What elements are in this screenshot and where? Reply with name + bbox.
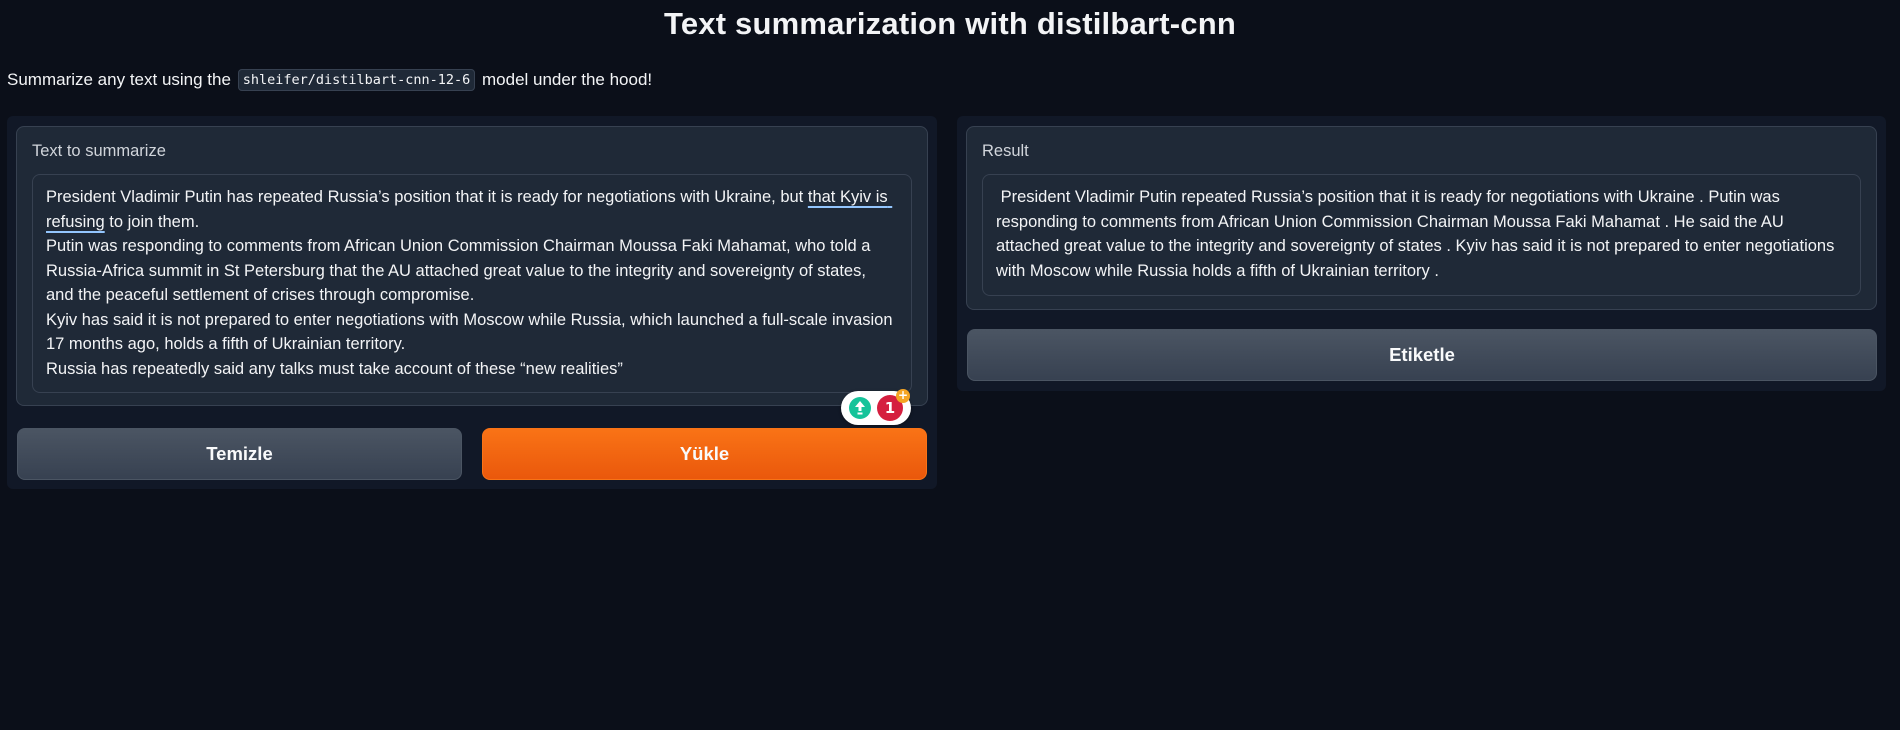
app-page: Text summarization with distilbart-cnn S… [0, 0, 1900, 730]
grammarly-widget[interactable]: 1 + [841, 389, 911, 425]
page-description: Summarize any text using the shleifer/di… [7, 69, 653, 91]
model-name-code: shleifer/distilbart-cnn-12-6 [237, 69, 476, 91]
input-text-segment: to join them. [104, 212, 200, 231]
clear-button[interactable]: Temizle [17, 428, 462, 480]
output-panel: Result President Vladimir Putin repeated… [957, 116, 1886, 391]
output-label: Result [982, 142, 1029, 160]
grammarly-bulb-icon[interactable] [849, 397, 871, 419]
result-textarea[interactable]: President Vladimir Putin repeated Russia… [982, 174, 1861, 296]
input-block: Text to summarize President Vladimir Put… [16, 126, 928, 425]
output-block: Result President Vladimir Putin repeated… [966, 126, 1877, 310]
input-paragraph-2: Putin was responding to comments from Af… [46, 237, 876, 304]
grammarly-plus-icon[interactable]: + [896, 389, 910, 403]
input-label: Text to summarize [32, 142, 166, 160]
input-paragraph-4: Russia has repeatedly said any talks mus… [46, 359, 623, 378]
input-paragraph-3: Kyiv has said it is not prepared to ente… [46, 310, 898, 354]
flag-button[interactable]: Etiketle [967, 329, 1877, 381]
input-text-segment: President Vladimir Putin has repeated Ru… [46, 188, 808, 206]
input-panel: Text to summarize President Vladimir Put… [7, 116, 937, 489]
input-paragraph-1: President Vladimir Putin has repeated Ru… [46, 185, 898, 234]
description-suffix: model under the hood! [482, 70, 653, 89]
page-title: Text summarization with distilbart-cnn [664, 6, 1236, 41]
result-text: President Vladimir Putin repeated Russia… [996, 188, 1839, 280]
text-to-summarize-textarea[interactable]: President Vladimir Putin has repeated Ru… [32, 174, 912, 425]
submit-button[interactable]: Yükle [482, 428, 927, 480]
description-prefix: Summarize any text using the [7, 70, 231, 89]
